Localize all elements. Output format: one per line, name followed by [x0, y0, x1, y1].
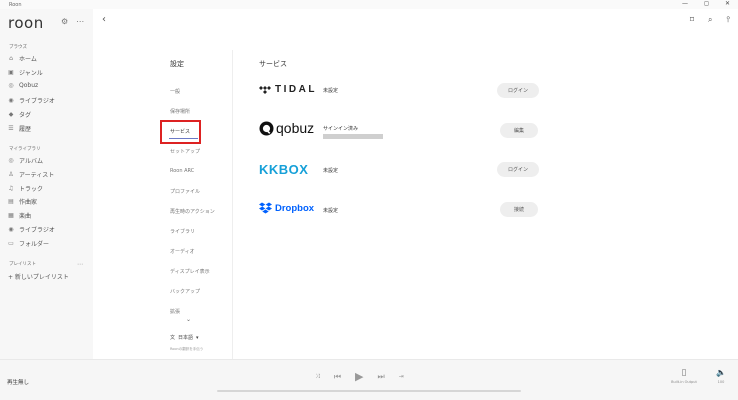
sidebar-item-history[interactable]: ☰ 履歴 — [8, 124, 31, 133]
close-button[interactable]: ✕ — [725, 0, 730, 7]
sidebar-item-composers[interactable]: ▤ 作曲家 — [8, 197, 37, 206]
window-title: Roon — [9, 1, 22, 8]
qobuz-logo: qobuz — [259, 120, 314, 136]
sidebar-item-albums[interactable]: ◎ アルバム — [8, 156, 43, 165]
sidebar-item-compositions[interactable]: ▦ 楽曲 — [8, 211, 31, 220]
library-section-label: マイライブラリ — [9, 147, 41, 152]
sidebar-item-tracks[interactable]: ♫ トラック — [8, 184, 43, 193]
sidebar-item-qobuz[interactable]: ◎ Qobuz — [8, 82, 38, 89]
play-icon[interactable]: ▶ — [355, 370, 363, 383]
settings-item-storage[interactable]: 保存場所 — [170, 108, 190, 115]
chevron-down-icon[interactable]: ⌄ — [186, 316, 191, 323]
seek-bar[interactable] — [217, 390, 521, 392]
sidebar-item-genre[interactable]: ▣ ジャンル — [8, 68, 43, 77]
settings-item-extensions[interactable]: 拡張 — [170, 308, 180, 315]
shuffle-icon[interactable]: ⤨ — [315, 373, 320, 381]
kkbox-logo: KKBOX — [259, 162, 309, 177]
search-icon[interactable]: ⌕ — [708, 15, 712, 25]
translation-help-link[interactable]: Roonの翻訳を手伝う — [170, 347, 203, 352]
settings-nav: 設定 一般 保存場所 サービス セットアップ Roon ARC プロファイル 再… — [162, 50, 233, 360]
transport-controls: ⤨ ⏮ ▶ ⏭ ⇥ — [315, 370, 404, 383]
dropbox-status: 未設定 — [323, 208, 339, 214]
settings-item-setup[interactable]: セットアップ — [170, 148, 200, 155]
composition-icon: ▦ — [8, 211, 14, 219]
kkbox-login-button[interactable]: ログイン — [497, 162, 539, 177]
genre-icon: ▣ — [8, 68, 14, 76]
redacted-account-bar — [323, 134, 383, 139]
dropbox-icon — [259, 202, 272, 214]
back-chevron-icon[interactable]: ‹ — [102, 14, 106, 25]
window-titlebar: Roon — ◻ ✕ — [0, 0, 738, 9]
settings-item-backups[interactable]: バックアップ — [170, 288, 200, 295]
roon-logo: roon — [8, 14, 44, 32]
sidebar-item-library-radio[interactable]: ◉ ライブラジオ — [8, 225, 55, 234]
qobuz-icon — [259, 121, 274, 135]
zone-selector[interactable]: ▯ Built-in Output — [668, 368, 700, 384]
next-track-icon[interactable]: ⏭ — [377, 372, 384, 382]
qobuz-edit-button[interactable]: 編集 — [500, 123, 538, 138]
tag-icon: ◆ — [8, 110, 14, 118]
settings-item-display[interactable]: ディスプレイ表示 — [170, 268, 210, 275]
sidebar-item-artists[interactable]: ♙ アーティスト — [8, 170, 54, 179]
more-icon[interactable]: ⋯ — [76, 17, 84, 26]
qobuz-status: サインイン済み — [323, 126, 359, 132]
translate-icon: 文 — [170, 335, 176, 341]
playlists-section-label: プレイリスト — [9, 262, 36, 267]
sidebar-item-tags[interactable]: ◆ タグ — [8, 110, 31, 119]
dropbox-connect-button[interactable]: 接続 — [500, 202, 538, 217]
settings-title: 設定 — [170, 60, 184, 68]
artist-icon: ♙ — [8, 170, 14, 178]
home-icon: ⌂ — [9, 54, 13, 62]
settings-item-library[interactable]: ライブラリ — [170, 228, 195, 235]
qobuz-icon: ◎ — [8, 81, 14, 89]
services-title: サービス — [259, 60, 287, 68]
sidebar: roon ⚙ ⋯ ブラウズ ⌂ ホーム ▣ ジャンル ◎ Qobuz ◉ ライブ… — [0, 9, 93, 359]
speaker-icon: ▯ — [681, 368, 687, 378]
dropbox-logo: Dropbox — [259, 202, 314, 214]
settings-item-roon-arc[interactable]: Roon ARC — [170, 168, 194, 174]
track-icon: ♫ — [8, 184, 14, 192]
brand: roon — [8, 14, 44, 32]
sidebar-item-folders[interactable]: ▭ フォルダー — [8, 239, 49, 248]
browse-section-label: ブラウズ — [9, 45, 27, 50]
queue-icon[interactable]: ⇥ — [399, 373, 404, 380]
settings-item-audio[interactable]: オーディオ — [170, 248, 195, 255]
settings-tune-icon[interactable]: ⫯ — [727, 15, 730, 25]
tidal-status: 未設定 — [323, 88, 339, 94]
radio-icon: ◉ — [8, 96, 14, 104]
radio-icon: ◉ — [8, 225, 14, 233]
window-controls: — ◻ ✕ — [682, 0, 730, 7]
settings-item-playback-actions[interactable]: 再生時のアクション — [170, 208, 215, 215]
minimize-button[interactable]: — — [682, 0, 688, 7]
tidal-icon — [259, 85, 271, 94]
sidebar-item-home[interactable]: ⌂ ホーム — [8, 54, 37, 63]
services-highlight-box — [160, 120, 201, 144]
sidebar-item-live-radio[interactable]: ◉ ライブラジオ — [8, 96, 55, 105]
volume-icon: 🔈 — [716, 368, 726, 377]
caret-down-icon: ▾ — [196, 334, 199, 341]
maximize-button[interactable]: ◻ — [704, 0, 709, 7]
previous-track-icon[interactable]: ⏮ — [334, 372, 341, 382]
album-icon: ◎ — [8, 156, 14, 164]
composer-icon: ▤ — [8, 197, 14, 205]
player-bar: 再生無し ⤨ ⏮ ▶ ⏭ ⇥ ▯ Built-in Output 🔈 100 — [0, 359, 738, 400]
tidal-login-button[interactable]: ログイン — [497, 83, 539, 98]
language-selector[interactable]: 文 日本語 ▾ — [170, 334, 199, 342]
playlists-more-icon[interactable]: ⋯ — [77, 261, 83, 268]
settings-item-general[interactable]: 一般 — [170, 88, 180, 95]
kkbox-status: 未設定 — [323, 168, 339, 174]
gear-icon[interactable]: ⚙ — [61, 17, 68, 26]
new-playlist-button[interactable]: + 新しいプレイリスト — [8, 272, 69, 281]
tidal-logo: TIDAL — [259, 84, 317, 95]
history-icon: ☰ — [8, 124, 14, 132]
settings-item-profile[interactable]: プロファイル — [170, 188, 200, 195]
folder-icon: ▭ — [8, 239, 14, 247]
now-playing-text: 再生無し — [7, 380, 30, 386]
bookmark-icon[interactable]: ⌑ — [690, 15, 694, 25]
volume-control[interactable]: 🔈 100 — [710, 368, 732, 384]
